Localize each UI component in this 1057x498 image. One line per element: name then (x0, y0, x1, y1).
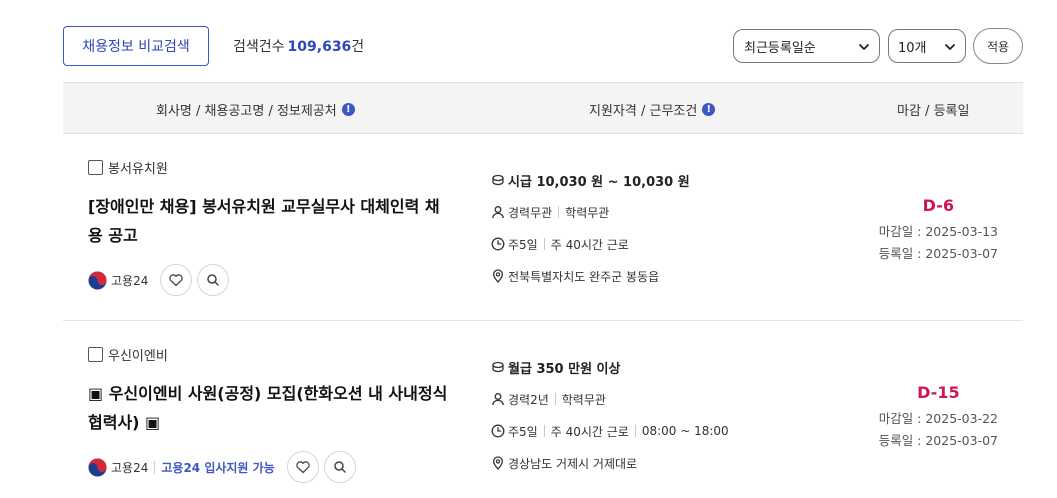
work-hours-value: 주 40시간 근로 (550, 424, 629, 439)
search-count-value: 109,636 (287, 39, 352, 55)
company-label[interactable]: 우신이엔비 (108, 345, 168, 364)
work-time-line: 주5일 주 40시간 근로 08:00 ~ 18:00 (491, 415, 729, 447)
info-icon[interactable]: ! (341, 103, 355, 116)
heart-icon (169, 274, 184, 287)
preview-search-button[interactable] (197, 264, 230, 296)
deadline-info: D-15 마감일 : 2025-03-22 등록일 : 2025-03-07 (879, 383, 998, 452)
search-toolbar: 채용정보 비교검색 검색건수 109,636건 최근등록일순 10개 적용 (0, 0, 1057, 82)
person-icon (492, 206, 504, 219)
page-size-value: 10개 (898, 40, 927, 56)
company-name: 봉서유치원 (88, 158, 168, 177)
header-company-label: 회사명 / 채용공고명 / 정보제공처 (156, 104, 337, 119)
pay-line: 시급 10,030 원 ~ 10,030 원 (491, 164, 690, 196)
location-value: 경상남도 거제시 거제대로 (508, 456, 638, 471)
apply-button[interactable]: 적용 (973, 28, 1023, 64)
dday-badge: D-6 (922, 196, 955, 215)
location-line: 전북특별자치도 완주군 봉동읍 (491, 260, 690, 292)
chevron-down-icon (859, 44, 869, 50)
header-company: 회사명 / 채용공고명 / 정보제공처 ! (156, 100, 355, 119)
location-pin-icon (492, 456, 504, 470)
info-icon[interactable]: ! (702, 103, 716, 116)
pay-value: 시급 10,030 원 ~ 10,030 원 (508, 174, 690, 190)
job-title-link[interactable]: [장애인만 채용] 봉서유치원 교무실무사 대체인력 채용 공고 (88, 192, 453, 250)
work-days-value: 주5일 (508, 424, 538, 439)
search-icon (334, 461, 346, 473)
favorite-button[interactable] (160, 264, 193, 296)
deadline-date: 마감일 : 2025-03-22 (878, 411, 998, 426)
divider (634, 425, 636, 437)
job-title-link[interactable]: ▣ 우신이엔비 사원(공정) 모집(한화오션 내 사내정식협력사) ▣ (88, 379, 453, 437)
work-time-value: 08:00 ~ 18:00 (641, 424, 729, 438)
table-row: 봉서유치원 [장애인만 채용] 봉서유치원 교무실무사 대체인력 채용 공고 고… (63, 134, 1023, 321)
job-conditions: 시급 10,030 원 ~ 10,030 원 경력무관 학력무관 주5일 주 4… (491, 164, 690, 292)
header-conditions: 지원자격 / 근무조건 ! (589, 100, 716, 119)
coin-icon (492, 174, 504, 186)
pay-value: 월급 350 만원 이상 (508, 361, 621, 377)
company-name: 우신이엔비 (88, 345, 168, 364)
qualification-line: 경력무관 학력무관 (491, 196, 690, 228)
location-pin-icon (492, 269, 504, 283)
compare-search-button[interactable]: 채용정보 비교검색 (63, 26, 209, 66)
table-header: 회사명 / 채용공고명 / 정보제공처 ! 지원자격 / 근무조건 ! 마감 /… (63, 82, 1023, 134)
divider (543, 425, 545, 437)
apply-available-link[interactable]: 고용24 입사지원 가능 (161, 459, 274, 476)
registered-date: 등록일 : 2025-03-07 (878, 433, 998, 448)
preview-search-button[interactable] (323, 451, 356, 483)
select-checkbox[interactable] (88, 160, 103, 175)
location-value: 전북특별자치도 완주군 봉동읍 (508, 269, 660, 284)
header-deadline: 마감 / 등록일 (897, 100, 969, 119)
goyong24-logo (88, 270, 107, 290)
career-value: 경력무관 (508, 205, 553, 220)
select-checkbox[interactable] (88, 347, 103, 362)
clock-icon (491, 424, 505, 438)
divider (554, 393, 556, 405)
qualification-line: 경력2년 학력무관 (491, 383, 729, 415)
divider (558, 206, 560, 218)
source-info: 고용24 (88, 264, 230, 296)
registered-date: 등록일 : 2025-03-07 (878, 246, 998, 261)
work-hours-value: 주 40시간 근로 (550, 237, 629, 252)
divider (154, 460, 156, 474)
deadline-date: 마감일 : 2025-03-13 (878, 224, 998, 239)
sort-order-select[interactable]: 최근등록일순 (733, 29, 880, 63)
work-days-value: 주5일 (508, 237, 538, 252)
company-label[interactable]: 봉서유치원 (108, 158, 168, 177)
heart-icon (296, 461, 310, 474)
page-size-select[interactable]: 10개 (888, 29, 966, 63)
source-name: 고용24 (111, 460, 149, 475)
career-value: 경력2년 (508, 392, 549, 407)
source-name: 고용24 (111, 273, 149, 288)
pay-line: 월급 350 만원 이상 (491, 351, 729, 383)
search-count-unit: 건 (351, 39, 365, 55)
chevron-down-icon (945, 44, 955, 50)
deadline-info: D-6 마감일 : 2025-03-13 등록일 : 2025-03-07 (879, 196, 998, 265)
work-time-line: 주5일 주 40시간 근로 (491, 228, 690, 260)
education-value: 학력무관 (565, 205, 610, 220)
source-info: 고용24 고용24 입사지원 가능 (88, 451, 356, 483)
search-icon (207, 274, 220, 286)
table-row: 우신이엔비 ▣ 우신이엔비 사원(공정) 모집(한화오션 내 사내정식협력사) … (63, 321, 1023, 498)
job-conditions: 월급 350 만원 이상 경력2년 학력무관 주5일 주 40시간 근로 08:… (491, 351, 729, 479)
header-conditions-label: 지원자격 / 근무조건 (589, 104, 698, 119)
dday-badge: D-15 (917, 383, 960, 402)
search-count: 검색건수 109,636건 (233, 36, 364, 56)
coin-icon (492, 361, 504, 373)
clock-icon (491, 237, 505, 251)
person-icon (492, 393, 504, 406)
favorite-button[interactable] (286, 451, 319, 483)
goyong24-logo (88, 457, 107, 477)
header-deadline-label: 마감 / 등록일 (897, 104, 970, 119)
search-count-label: 검색건수 (233, 39, 285, 55)
location-line: 경상남도 거제시 거제대로 (491, 447, 729, 479)
sort-order-value: 최근등록일순 (744, 40, 816, 56)
divider (543, 238, 545, 250)
education-value: 학력무관 (561, 392, 606, 407)
